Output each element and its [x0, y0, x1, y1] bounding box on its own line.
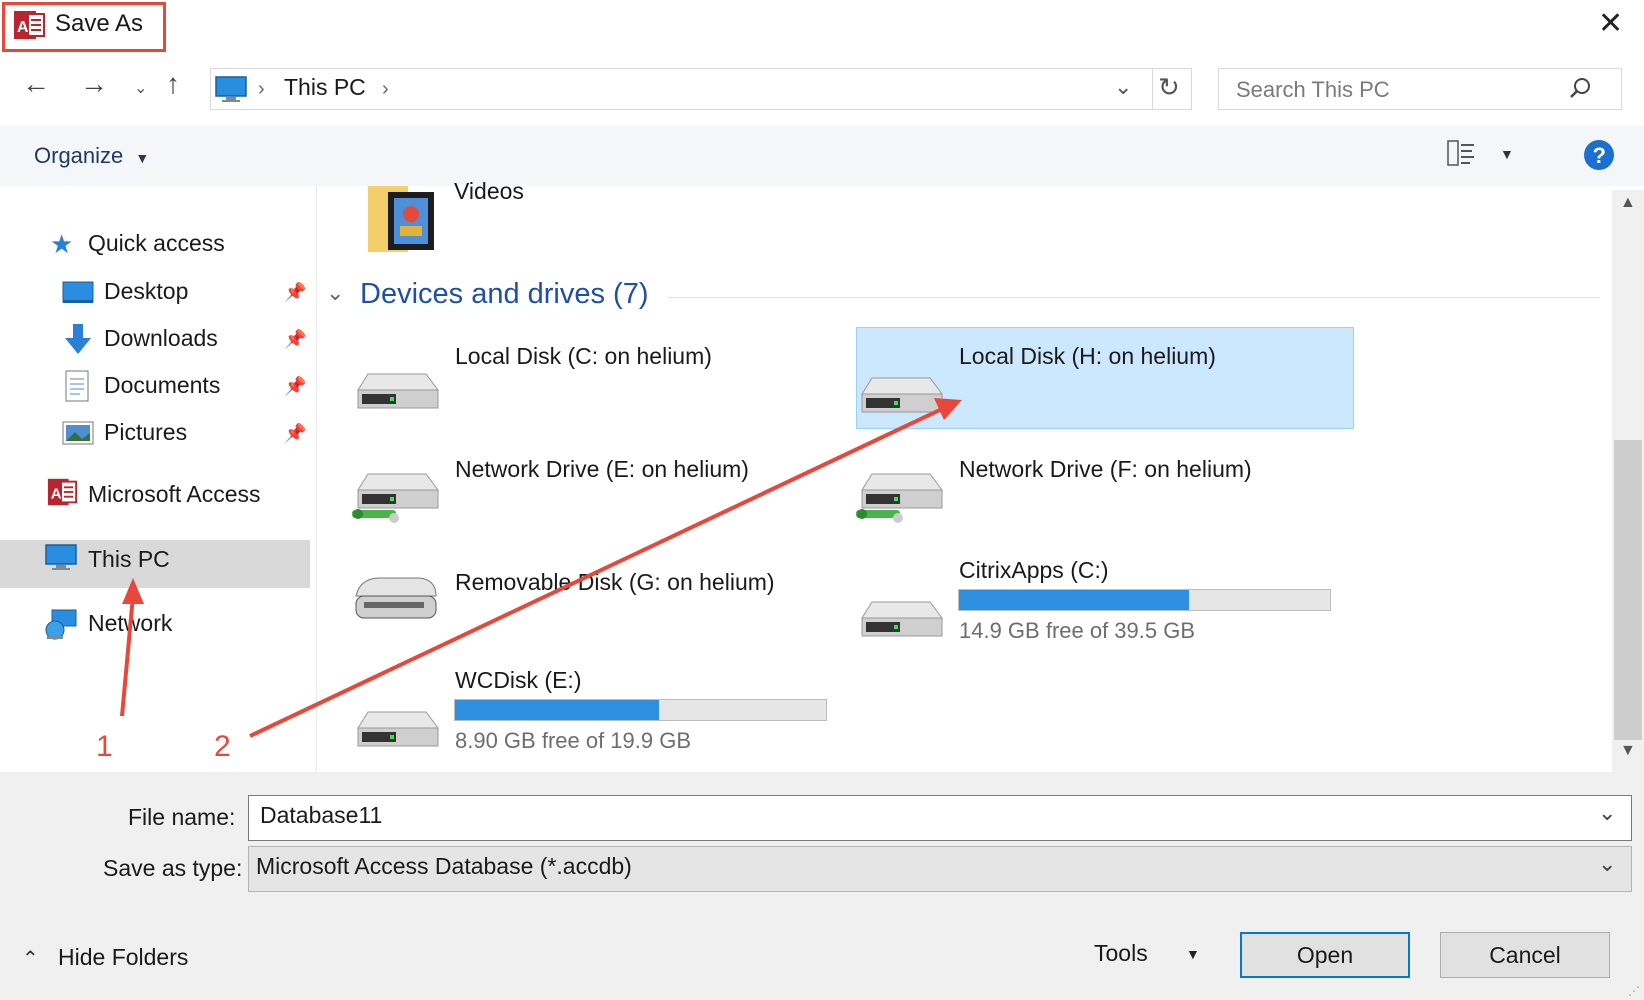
open-button[interactable]: Open: [1240, 932, 1410, 978]
file-name-label: File name:: [128, 804, 236, 830]
cancel-button[interactable]: Cancel: [1440, 932, 1610, 978]
annotation-number-1: 1: [96, 730, 113, 763]
file-name-value[interactable]: Database11: [260, 802, 382, 829]
save-as-type-dropdown-icon[interactable]: ⌄: [1598, 851, 1616, 877]
annotation-number-2: 2: [214, 730, 231, 763]
save-as-type-value[interactable]: Microsoft Access Database (*.accdb): [256, 853, 632, 880]
resize-grip-icon[interactable]: ⋰: [1628, 984, 1640, 998]
hide-folders-button[interactable]: Hide Folders: [58, 944, 188, 971]
hide-folders-chevron-icon[interactable]: ⌃: [22, 946, 39, 971]
file-name-input[interactable]: [248, 795, 1632, 841]
save-as-type-label: Save as type:: [103, 855, 243, 881]
tools-menu-button[interactable]: Tools: [1094, 940, 1148, 967]
tools-dropdown-icon[interactable]: ▼: [1186, 946, 1200, 962]
file-name-dropdown-icon[interactable]: ⌄: [1598, 800, 1616, 826]
